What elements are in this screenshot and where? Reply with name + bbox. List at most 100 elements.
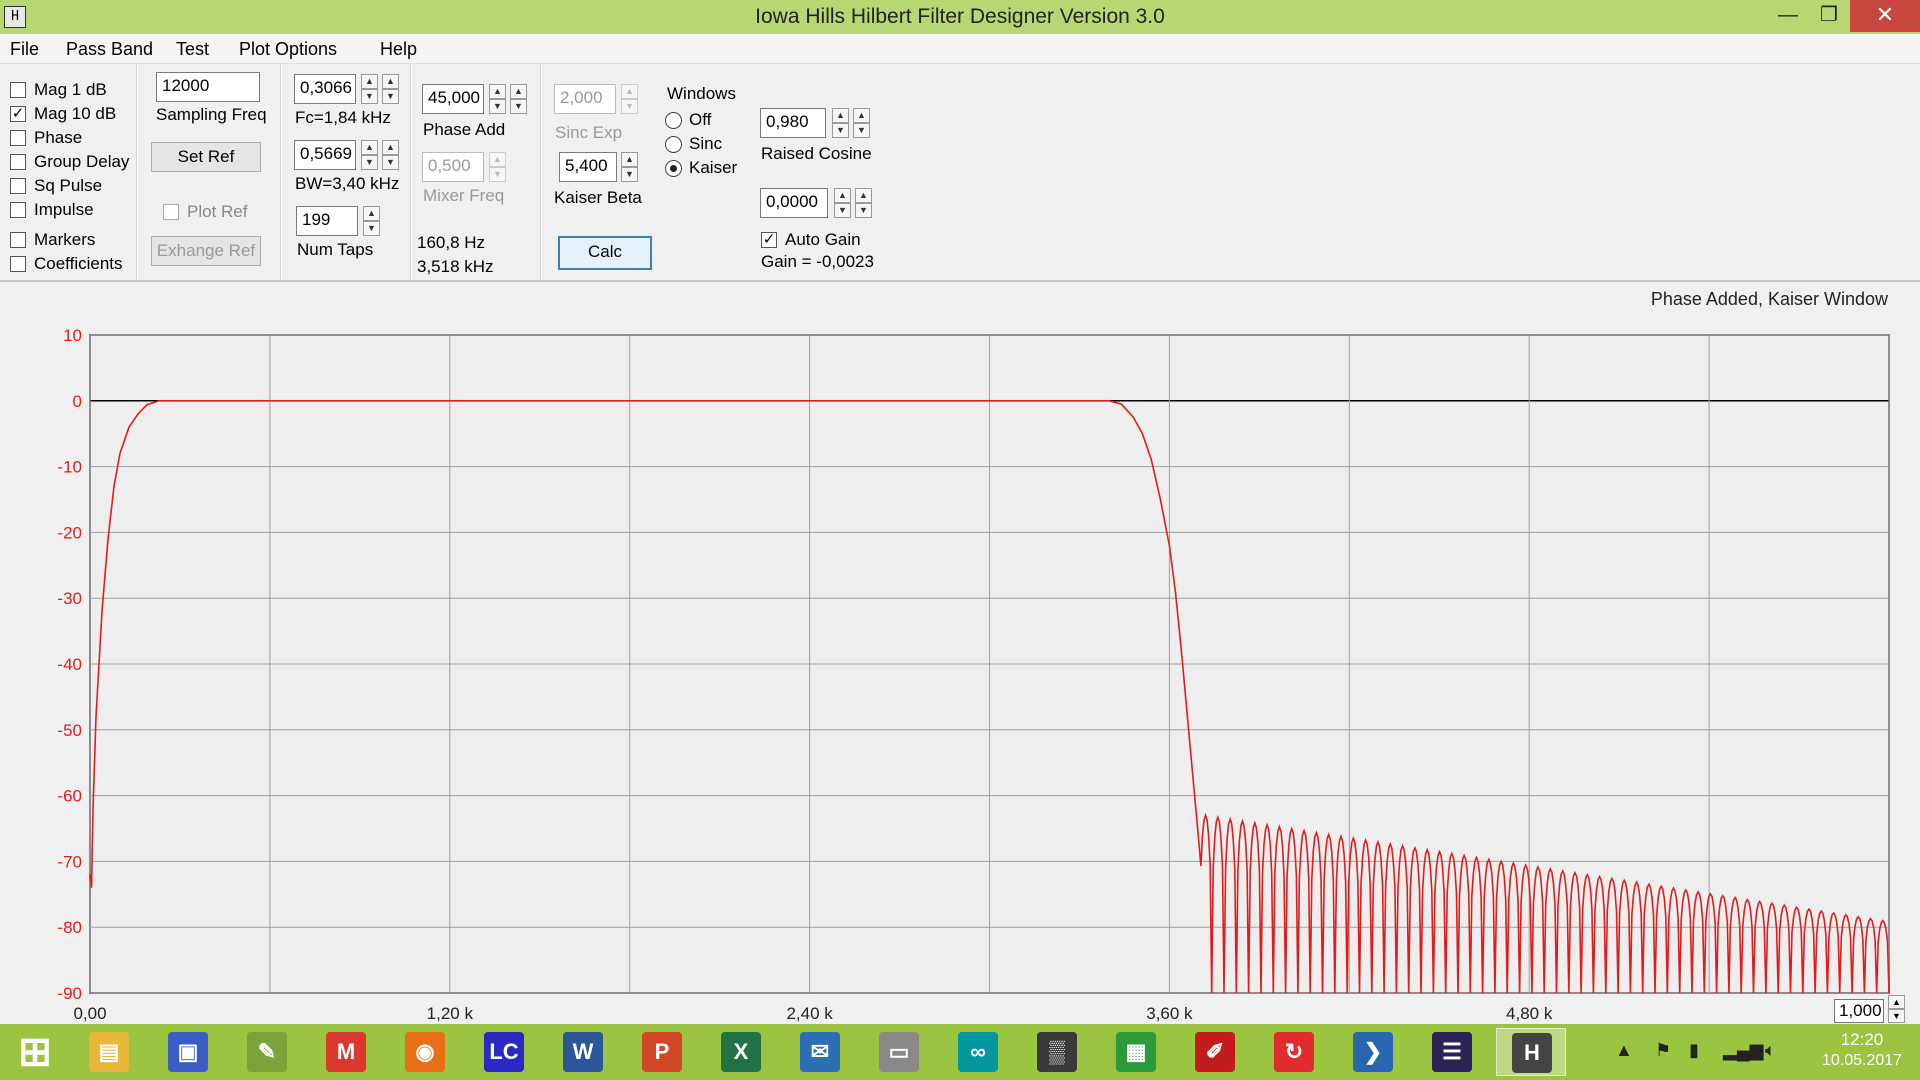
checkbox-box[interactable]: [163, 204, 179, 220]
arrow-up-icon[interactable]: ▲: [489, 152, 506, 167]
fc-input[interactable]: 0,3066: [294, 74, 356, 104]
clock-date[interactable]: 10.05.2017: [1812, 1052, 1912, 1070]
taskbar-word[interactable]: W: [548, 1028, 618, 1076]
taskbar-thunderbird[interactable]: ✉: [785, 1028, 855, 1076]
arrow-up-icon[interactable]: ▲: [363, 206, 380, 221]
arrow-down-icon[interactable]: ▼: [1888, 1009, 1905, 1023]
taskbar-board[interactable]: ▒: [1022, 1028, 1092, 1076]
taskbar-windows-start[interactable]: ⊞: [0, 1028, 70, 1076]
gain-fine-spinner[interactable]: ▲ ▼: [855, 188, 872, 218]
kaiser-beta-spinner[interactable]: ▲ ▼: [621, 152, 638, 182]
response-chart[interactable]: 10 0 -10 -20 -30 -40 -50 -60 -70 -80 -900,00 1,20 k…: [0, 283, 1920, 1023]
chevron-up-icon[interactable]: ▲: [1615, 1040, 1633, 1061]
arrow-up-icon[interactable]: ▲: [853, 108, 870, 123]
menu-test[interactable]: Test: [176, 39, 209, 60]
checkbox-box[interactable]: [10, 82, 26, 98]
radio-circle[interactable]: [665, 160, 682, 177]
checkbox-box[interactable]: [10, 202, 26, 218]
phase-add-input[interactable]: 45,000: [422, 84, 484, 114]
raised-cosine-fine-spinner[interactable]: ▲ ▼: [853, 108, 870, 138]
flag-icon[interactable]: ⚑: [1655, 1040, 1671, 1061]
taskbar-powerpoint[interactable]: P: [627, 1028, 697, 1076]
maximize-button[interactable]: ❐: [1806, 0, 1852, 32]
fc-spinner[interactable]: ▲ ▼: [361, 74, 378, 104]
checkbox-box[interactable]: [10, 256, 26, 272]
battery-icon[interactable]: ▮: [1689, 1040, 1699, 1061]
phase-add-fine-spinner[interactable]: ▲ ▼: [510, 84, 527, 114]
taskbar-hilbert-app[interactable]: H: [1496, 1028, 1566, 1076]
arrow-up-icon[interactable]: ▲: [621, 152, 638, 167]
clock-time[interactable]: 12:20: [1812, 1030, 1912, 1050]
checkmark-icon[interactable]: ✓: [10, 106, 26, 122]
sinc-exp-input[interactable]: 2,000: [554, 84, 616, 114]
arrow-up-icon[interactable]: ▲: [382, 140, 399, 155]
raised-cosine-spinner[interactable]: ▲ ▼: [832, 108, 849, 138]
checkbox-box[interactable]: [10, 178, 26, 194]
arrow-down-icon[interactable]: ▼: [382, 155, 399, 170]
arrow-down-icon[interactable]: ▼: [489, 167, 506, 182]
signal-icon[interactable]: ▂▄▆: [1723, 1040, 1763, 1061]
kaiser-beta-input[interactable]: 5,400: [559, 152, 617, 182]
arrow-up-icon[interactable]: ▲: [834, 188, 851, 203]
arrow-up-icon[interactable]: ▲: [361, 74, 378, 89]
arrow-up-icon[interactable]: ▲: [621, 84, 638, 99]
mixer-freq-input[interactable]: 0,500: [422, 152, 484, 182]
exchange-ref-button[interactable]: Exhange Ref: [151, 236, 261, 266]
checkmark-icon[interactable]: ✓: [761, 232, 777, 248]
taskbar-eclipse[interactable]: ☰: [1417, 1028, 1487, 1076]
num-taps-spinner[interactable]: ▲ ▼: [363, 206, 380, 236]
gain-spinner[interactable]: ▲ ▼: [834, 188, 851, 218]
arrow-up-icon[interactable]: ▲: [489, 84, 506, 99]
bw-fine-spinner[interactable]: ▲ ▼: [382, 140, 399, 170]
mixer-freq-spinner[interactable]: ▲ ▼: [489, 152, 506, 182]
arrow-up-icon[interactable]: ▲: [382, 74, 399, 89]
taskbar-gmail[interactable]: M: [311, 1028, 381, 1076]
taskbar-firefox[interactable]: ◉: [390, 1028, 460, 1076]
arrow-down-icon[interactable]: ▼: [855, 203, 872, 218]
arrow-down-icon[interactable]: ▼: [832, 123, 849, 138]
num-taps-input[interactable]: 199: [296, 206, 358, 236]
arrow-up-icon[interactable]: ▲: [361, 140, 378, 155]
set-ref-button[interactable]: Set Ref: [151, 142, 261, 172]
taskbar-save-disk[interactable]: ▣: [153, 1028, 223, 1076]
calc-button[interactable]: Calc: [558, 236, 652, 270]
taskbar-notepad[interactable]: ✎: [232, 1028, 302, 1076]
taskbar-acrobat[interactable]: ✐: [1180, 1028, 1250, 1076]
arrow-down-icon[interactable]: ▼: [510, 99, 527, 114]
arrow-up-icon[interactable]: ▲: [855, 188, 872, 203]
phase-add-spinner[interactable]: ▲ ▼: [489, 84, 506, 114]
fc-fine-spinner[interactable]: ▲ ▼: [382, 74, 399, 104]
bw-spinner[interactable]: ▲ ▼: [361, 140, 378, 170]
taskbar-drive[interactable]: ▭: [864, 1028, 934, 1076]
checkbox-box[interactable]: [10, 130, 26, 146]
close-button[interactable]: ✕: [1850, 0, 1920, 32]
bw-input[interactable]: 0,5669: [294, 140, 356, 170]
taskbar-red-app[interactable]: ↻: [1259, 1028, 1329, 1076]
menu-file[interactable]: File: [10, 39, 39, 60]
arrow-up-icon[interactable]: ▲: [510, 84, 527, 99]
taskbar-excel[interactable]: X: [706, 1028, 776, 1076]
menu-plot-options[interactable]: Plot Options: [239, 39, 337, 60]
raised-cosine-input[interactable]: 0,980: [760, 108, 826, 138]
menu-help[interactable]: Help: [380, 39, 417, 60]
taskbar-lc-calc[interactable]: LC: [469, 1028, 539, 1076]
taskbar-arduino[interactable]: ∞: [943, 1028, 1013, 1076]
radio-circle[interactable]: [665, 112, 682, 129]
arrow-down-icon[interactable]: ▼: [363, 221, 380, 236]
taskbar-calculator[interactable]: ▦: [1101, 1028, 1171, 1076]
minimize-button[interactable]: —: [1765, 0, 1811, 32]
arrow-down-icon[interactable]: ▼: [853, 123, 870, 138]
sinc-exp-spinner[interactable]: ▲ ▼: [621, 84, 638, 114]
speaker-icon[interactable]: 🔈︎: [1765, 1040, 1776, 1061]
arrow-down-icon[interactable]: ▼: [621, 167, 638, 182]
zoom-spinner[interactable]: ▲ ▼: [1888, 995, 1905, 1023]
arrow-down-icon[interactable]: ▼: [489, 99, 506, 114]
arrow-down-icon[interactable]: ▼: [621, 99, 638, 114]
arrow-up-icon[interactable]: ▲: [1888, 995, 1905, 1009]
sampling-freq-input[interactable]: 12000: [156, 72, 260, 102]
menu-pass-band[interactable]: Pass Band: [66, 39, 153, 60]
arrow-down-icon[interactable]: ▼: [361, 155, 378, 170]
arrow-down-icon[interactable]: ▼: [834, 203, 851, 218]
checkbox-box[interactable]: [10, 232, 26, 248]
checkbox-box[interactable]: [10, 154, 26, 170]
